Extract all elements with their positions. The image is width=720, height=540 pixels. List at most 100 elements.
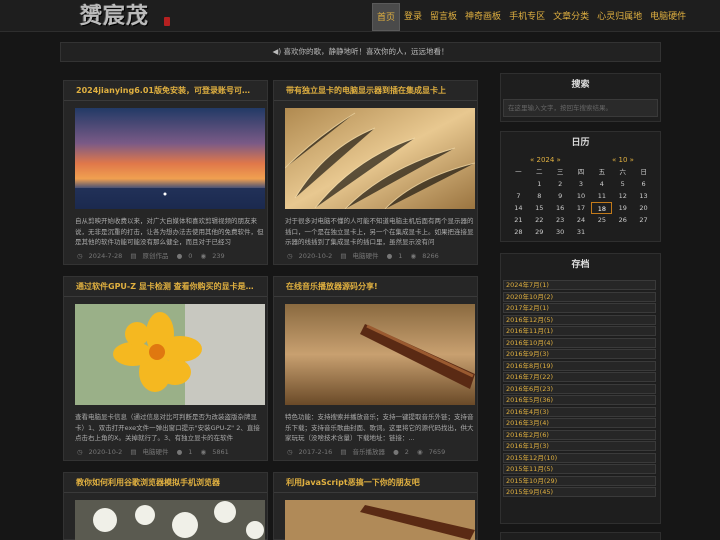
weekday-label: 日 [640, 168, 647, 176]
calendar-day[interactable]: 19 [612, 202, 633, 214]
archive-item[interactable]: 2016年10月(4) [503, 337, 656, 348]
calendar-day[interactable]: 10 [571, 190, 592, 202]
archive-item[interactable]: 2015年10月(29) [503, 475, 656, 486]
calendar-day[interactable]: 7 [508, 190, 529, 202]
post-thumbnail[interactable] [285, 500, 475, 540]
calendar-day[interactable]: 13 [633, 190, 654, 202]
archive-item[interactable]: 2017年2月(1) [503, 303, 656, 313]
site-logo[interactable]: 赟宸茂 [80, 4, 180, 28]
calendar-day[interactable]: 15 [529, 202, 550, 214]
calendar-day[interactable]: 22 [529, 214, 550, 226]
post-thumbnail[interactable] [285, 108, 475, 209]
calendar-day[interactable]: 24 [571, 214, 592, 226]
calendar-day [612, 226, 633, 238]
post-category[interactable]: 原创作品 [143, 252, 169, 260]
calendar-day[interactable]: 30 [550, 226, 571, 238]
post-title[interactable]: 通过软件GPU-Z 显卡检测 查看你购买的显卡是否为真 [64, 277, 267, 297]
archive-item[interactable]: 2015年11月(5) [503, 464, 656, 474]
archive-item[interactable]: 2015年12月(10) [503, 452, 656, 463]
weekday-label: 三 [556, 168, 564, 176]
next-widget [500, 532, 661, 540]
post-title[interactable]: 利用JavaScript恶搞一下你的朋友吧 [274, 473, 477, 493]
archive-title: 存档 [571, 260, 590, 270]
post-views: 5861 [212, 448, 229, 456]
calendar-day[interactable]: 6 [633, 178, 654, 190]
archive-item[interactable]: 2015年9月(45) [503, 487, 656, 497]
post-meta: ◷ 2020-10-2 ▤ 电脑硬件 ● 1 ◉ 8266 [287, 251, 477, 261]
calendar-day[interactable]: 9 [550, 190, 571, 202]
calendar-day[interactable]: 2 [550, 178, 571, 190]
calendar-day[interactable]: 21 [508, 214, 529, 226]
nav-categories[interactable]: 文章分类 [549, 3, 593, 31]
nav-soul[interactable]: 心灵归属地 [593, 3, 646, 31]
archive-item[interactable]: 2016年8月(19) [503, 360, 656, 371]
archive-item[interactable]: 2016年5月(36) [503, 395, 656, 405]
calendar-day[interactable]: 11 [591, 190, 612, 202]
archive-item[interactable]: 2016年11月(1) [503, 326, 656, 336]
post-views: 7659 [428, 448, 446, 456]
post-category[interactable]: 电脑硬件 [353, 252, 379, 260]
clock-icon: ◷ [77, 448, 83, 456]
archive-item[interactable]: 2016年12月(5) [503, 314, 656, 325]
nav-hardware[interactable]: 电脑硬件 [646, 3, 690, 31]
main-nav: 首页 登录 留言板 神奇画板 手机专区 文章分类 心灵归属地 电脑硬件 [372, 3, 690, 31]
nav-drawing-board[interactable]: 神奇画板 [461, 3, 505, 31]
nav-home[interactable]: 首页 [372, 3, 401, 31]
calendar-day[interactable]: 3 [571, 178, 592, 190]
search-input[interactable]: 在这里输入文字，按回车搜索结果。 [503, 99, 658, 117]
weekday-label: 四 [577, 168, 585, 176]
archive-item[interactable]: 2024年7月(1) [503, 280, 656, 290]
post-category[interactable]: 音乐播放器 [353, 448, 386, 456]
post-title[interactable]: 教你如何利用谷歌浏览器模拟手机浏览器 [64, 473, 267, 493]
calendar-day[interactable]: 16 [550, 202, 571, 214]
post-meta: ◷ 2017-2-16 ▤ 音乐播放器 ● 2 ◉ 7659 [287, 447, 477, 457]
archive-item[interactable]: 2016年1月(3) [503, 441, 656, 451]
post-title[interactable]: 带有独立显卡的电脑显示器到插在集成显卡上 [274, 81, 477, 101]
weekday-label: 五 [598, 168, 606, 176]
calendar-day[interactable]: 12 [612, 190, 633, 202]
archive-item[interactable]: 2016年2月(6) [503, 429, 656, 440]
post-thumbnail[interactable] [285, 304, 475, 405]
archive-item[interactable]: 2016年4月(3) [503, 406, 656, 417]
calendar-day [591, 226, 612, 238]
calendar-year[interactable]: « 2024 » [530, 155, 561, 166]
post-thumbnail[interactable] [75, 108, 265, 209]
archive-item[interactable]: 2016年3月(4) [503, 418, 656, 428]
post-title[interactable]: 在线音乐播放器源码分享! [274, 277, 477, 297]
calendar-grid: 一二三四五六日 1 2 3 4 5 6 7 8 9 10 11 12 13 14 15 16 17 18 19 20 21… [508, 166, 654, 238]
logo-text: 赟宸茂 [80, 3, 150, 29]
logo-seal-icon [164, 17, 170, 26]
eye-icon: ◉ [410, 252, 417, 260]
calendar-day[interactable]: 1 [529, 178, 550, 190]
nav-guestbook[interactable]: 留言板 [426, 3, 461, 31]
weekday-label: 六 [619, 168, 626, 176]
calendar-day[interactable]: 27 [633, 214, 654, 226]
calendar-day[interactable]: 8 [529, 190, 550, 202]
calendar-day[interactable]: 14 [508, 202, 529, 214]
calendar-day[interactable]: 4 [591, 178, 612, 190]
post-views: 239 [212, 252, 225, 260]
weekday-label: 一 [515, 168, 522, 176]
calendar-day[interactable]: 5 [612, 178, 633, 190]
calendar-day[interactable]: 20 [633, 202, 654, 214]
calendar-day[interactable]: 31 [571, 226, 592, 238]
calendar-month[interactable]: « 10 » [612, 155, 634, 166]
calendar-day[interactable]: 28 [508, 226, 529, 238]
calendar-day[interactable]: 26 [612, 214, 633, 226]
calendar-day[interactable]: 25 [591, 214, 612, 226]
nav-mobile[interactable]: 手机专区 [505, 3, 549, 31]
archive-item[interactable]: 2016年9月(3) [503, 349, 656, 359]
archive-item[interactable]: 2016年6月(23) [503, 383, 656, 394]
calendar-day[interactable]: 18 [591, 202, 613, 214]
nav-login[interactable]: 登录 [400, 3, 426, 31]
post-thumbnail[interactable] [75, 500, 265, 540]
calendar-day[interactable]: 23 [550, 214, 571, 226]
calendar-day[interactable]: 29 [529, 226, 550, 238]
calendar-day[interactable]: 17 [571, 202, 592, 214]
archive-item[interactable]: 2016年7月(22) [503, 372, 656, 382]
post-category[interactable]: 电脑硬件 [143, 448, 169, 456]
post-thumbnail[interactable] [75, 304, 265, 405]
post-comments: 1 [188, 448, 193, 456]
post-title[interactable]: 2024jianying6.01版免安装，可登录账号可用任何功能 [64, 81, 267, 101]
archive-item[interactable]: 2020年10月(2) [503, 291, 656, 302]
